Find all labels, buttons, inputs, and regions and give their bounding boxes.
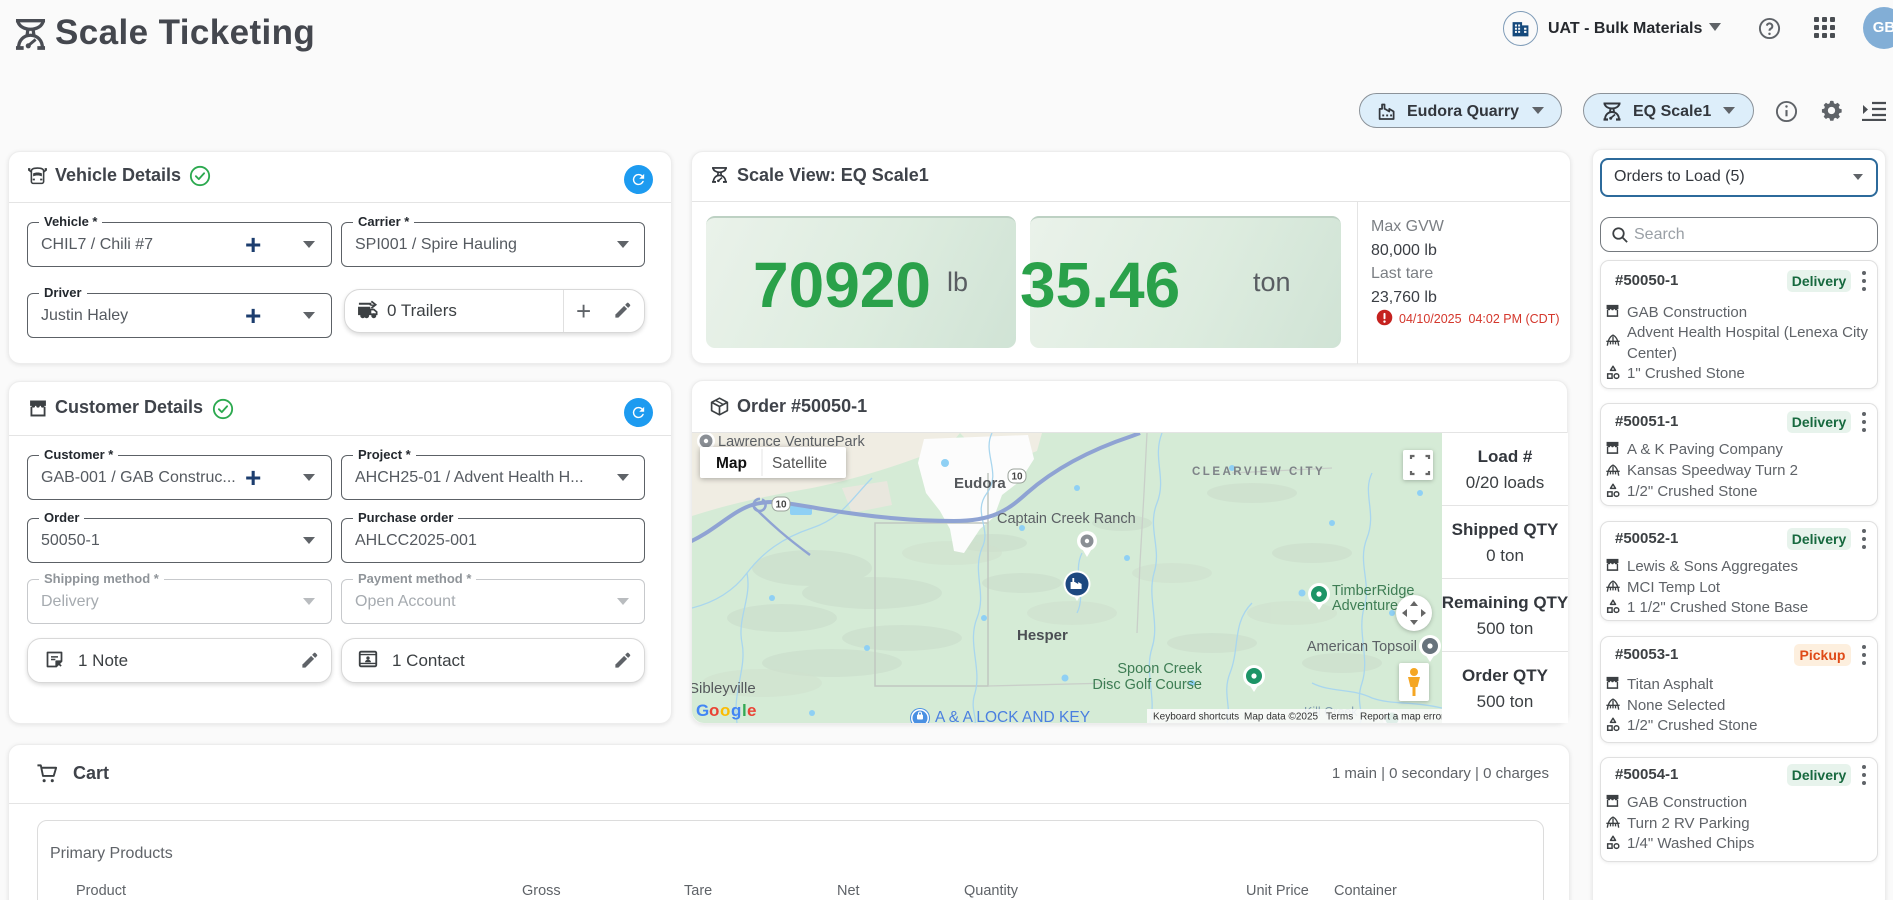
svg-text:Map data ©2025: Map data ©2025 (1244, 712, 1319, 723)
svg-text:Hesper: Hesper (1017, 627, 1068, 644)
svg-text:American Topsoil: American Topsoil (1307, 639, 1417, 655)
svg-text:Satellite: Satellite (772, 455, 827, 472)
svg-text:CLEARVIEW CITY: CLEARVIEW CITY (1192, 466, 1325, 478)
svg-text:Captain Creek Ranch: Captain Creek Ranch (997, 511, 1136, 527)
svg-text:Disc Golf Course: Disc Golf Course (1092, 677, 1202, 693)
svg-text:Terms: Terms (1326, 712, 1353, 723)
svg-text:e: e (747, 701, 756, 720)
svg-text:o: o (709, 701, 719, 720)
svg-text:Spoon Creek: Spoon Creek (1117, 661, 1202, 677)
svg-text:g: g (731, 701, 741, 720)
svg-text:Map: Map (716, 455, 747, 472)
svg-text:o: o (720, 701, 730, 720)
svg-text:Keyboard shortcuts: Keyboard shortcuts (1153, 712, 1239, 723)
svg-text:Sibleyville: Sibleyville (692, 680, 756, 697)
svg-text:10: 10 (1011, 472, 1023, 483)
svg-text:Eudora: Eudora (954, 475, 1006, 492)
svg-text:G: G (696, 701, 709, 720)
svg-text:10: 10 (775, 500, 787, 511)
svg-text:A & A LOCK AND KEY: A & A LOCK AND KEY (935, 709, 1090, 723)
svg-text:Report a map error: Report a map error (1360, 712, 1442, 723)
svg-text:TimberRidge: TimberRidge (1332, 583, 1414, 599)
